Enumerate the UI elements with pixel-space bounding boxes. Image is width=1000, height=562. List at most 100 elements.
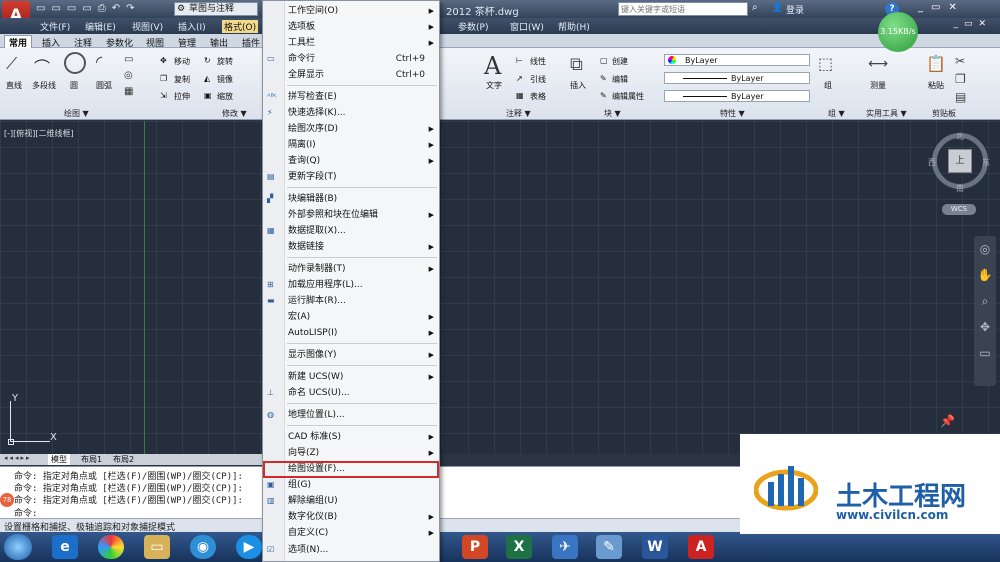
panel-block-label[interactable]: 块 ▼ <box>604 108 621 119</box>
text-icon[interactable]: A <box>484 52 501 80</box>
mirror-icon[interactable]: ◭ <box>204 74 210 83</box>
ie-icon[interactable]: e <box>52 535 78 559</box>
workspace-select[interactable]: ⚙ 草图与注释 <box>174 2 258 16</box>
menu-item-run-script[interactable]: ▬ 运行脚本(R)... <box>263 293 439 309</box>
color-select[interactable]: ByLayer <box>664 54 810 66</box>
window-controls[interactable]: _▭✕ <box>918 2 965 13</box>
insert-block-button[interactable]: 插入 <box>570 80 586 91</box>
menu-item-fullscreen[interactable]: 全屏显示 Ctrl+0 <box>263 67 439 83</box>
line-button[interactable]: 直线 <box>6 80 22 91</box>
leader-icon[interactable]: ↗ <box>516 74 523 83</box>
menu-item-update-fields[interactable]: ▤ 更新字段(T) <box>263 169 439 185</box>
create-block-icon[interactable]: ▢ <box>600 56 608 65</box>
group-icon[interactable]: ⬚ <box>818 54 833 73</box>
login-link[interactable]: 登录 <box>786 3 804 16</box>
player-icon[interactable]: ◉ <box>190 535 216 559</box>
menu-item-autolisp[interactable]: AutoLISP(I) ▶ <box>263 325 439 341</box>
menu-item-action-recorder[interactable]: 动作录制器(T) ▶ <box>263 261 439 277</box>
menu-item-load-app[interactable]: ⊞ 加载应用程序(L)... <box>263 277 439 293</box>
quick-access-icons[interactable]: ▭▭▭▭⎙↶↷ <box>36 3 141 14</box>
insert-block-icon[interactable]: ⧉ <box>570 54 583 75</box>
menu-item-named-ucs[interactable]: ⊥ 命名 UCS(U)... <box>263 385 439 401</box>
measure-icon[interactable]: ⟷ <box>868 56 888 72</box>
panel-properties-label[interactable]: 特性 ▼ <box>720 108 745 119</box>
menu-item-isolate[interactable]: 隔离(I) ▶ <box>263 137 439 153</box>
tab-layout1[interactable]: 布局1 <box>78 454 105 465</box>
menu-item-toolbars[interactable]: 工具栏 ▶ <box>263 35 439 51</box>
paint-icon[interactable]: ✎ <box>596 535 622 559</box>
copy-icon[interactable]: ❐ <box>160 74 167 83</box>
menu-item-wizards[interactable]: 向导(Z) ▶ <box>263 445 439 461</box>
video-icon[interactable]: ▶ <box>236 535 262 559</box>
start-button[interactable] <box>4 534 32 560</box>
edit-block-button[interactable]: 编辑 <box>612 74 628 85</box>
rotate-icon[interactable]: ↻ <box>204 56 211 65</box>
move-icon[interactable]: ✥ <box>160 56 167 65</box>
menu-item-cad-standards[interactable]: CAD 标准(S) ▶ <box>263 429 439 445</box>
menu-item-options[interactable]: ☑ 选项(N)... <box>263 542 439 558</box>
autocad-taskbar-icon[interactable]: A <box>688 535 714 559</box>
scale-icon[interactable]: ▣ <box>204 91 212 100</box>
menu-item-spellcheck[interactable]: ᴬᴮᶜ 拼写检查(E) <box>263 89 439 105</box>
menu-view[interactable]: 视图(V) <box>132 20 163 33</box>
notification-badge[interactable]: 78 <box>0 493 14 507</box>
menu-item-display-image[interactable]: 显示图像(Y) ▶ <box>263 347 439 363</box>
menu-item-inquiry[interactable]: 查询(Q) ▶ <box>263 153 439 169</box>
leader-button[interactable]: 引线 <box>530 74 546 85</box>
draw-small-icons[interactable]: ▭ ◎ ▦ <box>124 52 133 100</box>
create-block-button[interactable]: 创建 <box>612 56 628 67</box>
menu-file[interactable]: 文件(F) <box>40 20 70 33</box>
menu-format[interactable]: 格式(O) <box>222 20 259 33</box>
search-input[interactable] <box>618 2 748 16</box>
panel-annotation-label[interactable]: 注释 ▼ <box>506 108 531 119</box>
edit-block-icon[interactable]: ✎ <box>600 74 607 83</box>
scale-button[interactable]: 缩放 <box>217 91 233 102</box>
panel-draw-label[interactable]: 绘图 ▼ <box>64 108 89 119</box>
rotate-button[interactable]: 旋转 <box>217 56 233 67</box>
group-button[interactable]: 组 <box>824 80 832 91</box>
tools-menu[interactable]: 工作空间(O) ▶ 选项板 ▶ 工具栏 ▶ ▭ 命令行 Ctrl+9 全屏显示 Ctrl+0 ᴬᴮᶜ 拼… <box>262 0 440 562</box>
edit-attr-button[interactable]: 编辑属性 <box>612 91 644 102</box>
panel-modify-label[interactable]: 修改 ▼ <box>222 108 247 119</box>
menu-item-group[interactable]: ▣ 组(G) <box>263 477 439 493</box>
circle-icon[interactable] <box>64 52 86 74</box>
line-icon[interactable]: ⟋ <box>6 54 28 76</box>
excel-icon[interactable]: X <box>506 535 532 559</box>
powerpoint-icon[interactable]: P <box>462 535 488 559</box>
linetype-select[interactable]: ByLayer <box>664 72 810 84</box>
pin-icon[interactable]: 📌 <box>940 414 955 428</box>
tab-model[interactable]: 模型 <box>48 454 70 465</box>
mirror-button[interactable]: 镜像 <box>217 74 233 85</box>
edit-attr-icon[interactable]: ✎ <box>600 91 607 100</box>
measure-button[interactable]: 测量 <box>870 80 886 91</box>
drawing-canvas[interactable]: [-][俯视][二维线框] Y X 上 北 南 东 西 WCS ◎ ✋ ⌕ ✥ ▭ 📌 <box>0 121 1000 454</box>
menu-item-data-links[interactable]: 数据链接 ▶ <box>263 239 439 255</box>
tab-layout2[interactable]: 布局2 <box>110 454 137 465</box>
paste-button[interactable]: 粘贴 <box>928 80 944 91</box>
menu-help[interactable]: 帮助(H) <box>558 20 590 33</box>
lineweight-select[interactable]: ByLayer <box>664 90 810 102</box>
viewcube-top-face[interactable]: 上 <box>948 149 972 173</box>
menu-item-ungroup[interactable]: ▥ 解除编组(U) <box>263 493 439 509</box>
tab-nav-arrows[interactable]: ◂◂◂▸▸ <box>4 454 32 462</box>
menu-param[interactable]: 参数(P) <box>458 20 488 33</box>
table-button[interactable]: 表格 <box>530 91 546 102</box>
wcs-menu[interactable]: WCS <box>942 204 976 215</box>
navigation-bar[interactable]: ◎ ✋ ⌕ ✥ ▭ <box>974 236 996 386</box>
polyline-button[interactable]: 多段线 <box>32 80 56 91</box>
folder-icon[interactable]: ▭ <box>144 535 170 559</box>
menu-item-palettes[interactable]: 选项板 ▶ <box>263 19 439 35</box>
stretch-button[interactable]: 拉伸 <box>174 91 190 102</box>
menu-item-workspace[interactable]: 工作空间(O) ▶ <box>263 3 439 19</box>
doc-window-controls[interactable]: _▭✕ <box>953 19 992 29</box>
menu-item-draw-order[interactable]: 绘图次序(D) ▶ <box>263 121 439 137</box>
arc-icon[interactable]: ◜ <box>96 52 102 71</box>
menu-item-geolocation[interactable]: ◍ 地理位置(L)... <box>263 407 439 423</box>
menu-item-quick-select[interactable]: ⚡ 快速选择(K)... <box>263 105 439 121</box>
viewport-label[interactable]: [-][俯视][二维线框] <box>4 128 74 139</box>
text-button[interactable]: 文字 <box>486 80 502 91</box>
menu-item-new-ucs[interactable]: 新建 UCS(W) ▶ <box>263 369 439 385</box>
user-icon[interactable]: 👤 <box>772 3 783 13</box>
circle-button[interactable]: 圆 <box>70 80 78 91</box>
linear-button[interactable]: 线性 <box>530 56 546 67</box>
